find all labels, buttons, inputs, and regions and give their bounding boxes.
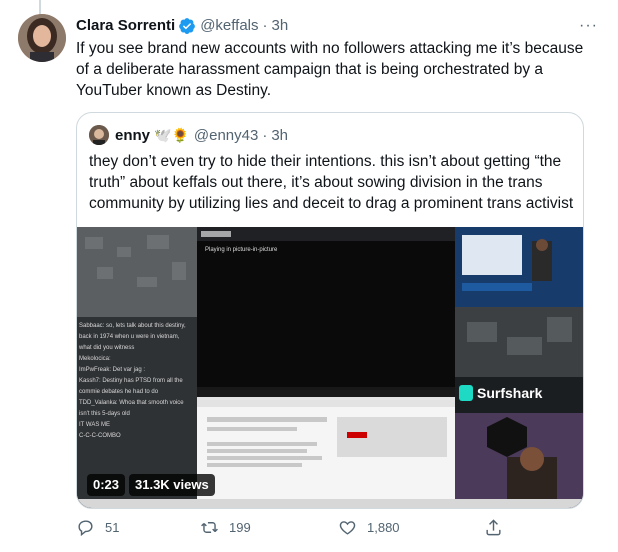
separator-dot: · — [262, 17, 268, 34]
share-icon — [486, 519, 501, 536]
quoted-tweet-timestamp: 3h — [271, 126, 289, 144]
reply-button[interactable]: 51 — [76, 518, 119, 537]
more-options-button[interactable]: ··· — [579, 16, 598, 36]
video-duration-badge: 0:23 — [87, 474, 126, 496]
like-count: 1,880 — [367, 520, 400, 535]
chat-line: ImPwFreak: Det var jag : — [79, 367, 146, 373]
retweet-button[interactable]: 199 — [200, 518, 251, 537]
surfshark-icon — [459, 385, 473, 401]
quoted-tweet-header: enny 🕊️🌻 @enny43 · 3h — [89, 125, 571, 145]
reply-count: 51 — [105, 520, 120, 535]
quoted-author-handle: @enny43 — [193, 126, 259, 144]
chat-line: back in 1974 when u were in vietnam, — [79, 334, 180, 340]
chat-line: Mekolocica: — [79, 356, 111, 362]
chat-line: isn't this 5-days old — [79, 411, 130, 417]
chat-line: what did you witness — [79, 345, 135, 351]
quoted-tweet-text: they don’t even try to hide their intent… — [89, 153, 574, 212]
avatar-image — [18, 14, 66, 62]
author-display-name[interactable]: Clara Sorrenti — [76, 16, 175, 36]
tweet-timestamp[interactable]: 3h — [272, 16, 289, 36]
separator-dot: · — [262, 126, 268, 144]
tweet-header: Clara Sorrenti @keffals · 3h ··· — [76, 16, 598, 36]
quoted-tweet-card[interactable]: enny 🕊️🌻 @enny43 · 3h they don’t even tr… — [76, 112, 584, 509]
video-player[interactable]: Playing in picture-in-picture Surfshark … — [77, 227, 583, 508]
author-avatar[interactable] — [18, 14, 66, 62]
pip-message: Playing in picture-in-picture — [205, 247, 278, 253]
stream-chat: Sabbaac: so, lets talk about this destin… — [79, 321, 195, 442]
surfshark-logo: Surfshark — [459, 385, 542, 401]
tweet-actions-bar: 51 199 1,880 — [76, 518, 516, 548]
video-views-badge: 31.3K views — [129, 474, 215, 496]
reply-icon — [78, 520, 93, 537]
quoted-author-avatar[interactable] — [89, 125, 109, 145]
chat-line: Sabbaac: so, lets talk about this destin… — [79, 323, 186, 329]
name-emoji: 🕊️🌻 — [154, 126, 189, 143]
chat-line: Kassh7: Destiny has PTSD from all the — [79, 378, 183, 384]
heart-icon — [339, 521, 356, 535]
chat-line: IT WAS ME — [79, 422, 111, 428]
tweet-text: If you see brand new accounts with no fo… — [76, 40, 584, 99]
retweet-icon — [201, 522, 218, 533]
like-button[interactable]: 1,880 — [338, 518, 400, 537]
author-handle[interactable]: @keffals — [200, 16, 258, 36]
retweet-count: 199 — [229, 520, 251, 535]
chat-line: commie debates he had to do — [79, 389, 159, 395]
chat-line: C-C-C-COMBO — [79, 433, 121, 439]
share-button[interactable] — [484, 518, 513, 537]
chat-line: TDD_Valanka: Whoa that smooth voice — [79, 400, 184, 406]
quoted-author-name: enny — [115, 126, 151, 144]
verified-badge-icon — [178, 17, 196, 35]
